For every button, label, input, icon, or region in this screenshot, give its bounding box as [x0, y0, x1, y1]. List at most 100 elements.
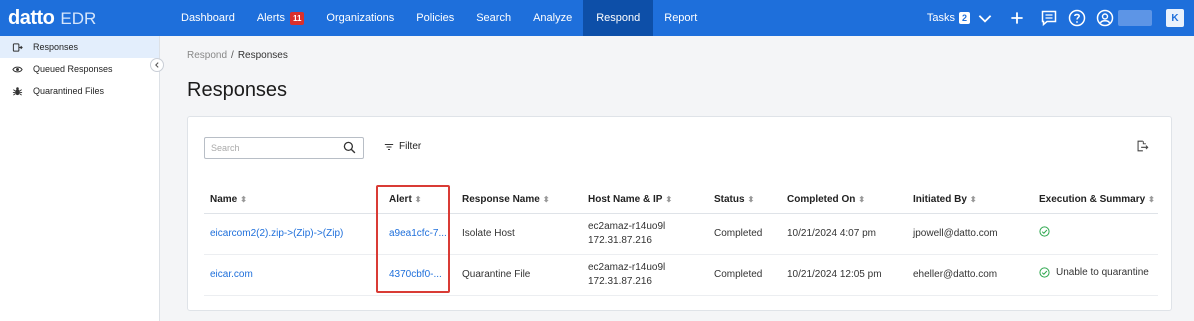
table-row[interactable]: eicarcom2(2).zip->(Zip)->(Zip) a9ea1cfc-…: [204, 213, 1158, 255]
nav-organizations[interactable]: Organizations: [315, 0, 405, 36]
response-name-cell: Quarantine File: [456, 254, 582, 296]
response-name-link[interactable]: eicarcom2(2).zip->(Zip)->(Zip): [204, 213, 383, 255]
sidebar-item-label: Quarantined Files: [33, 86, 105, 96]
check-circle-icon: [1039, 225, 1050, 237]
filter-button[interactable]: Filter: [384, 141, 421, 152]
sort-icon: ⬍: [414, 195, 422, 205]
nav-respond[interactable]: Respond: [583, 0, 654, 36]
sort-icon: ⬍: [858, 195, 866, 205]
help-icon[interactable]: [1068, 9, 1086, 27]
nav-alerts[interactable]: Alerts 11: [246, 0, 316, 36]
status-cell: Completed: [708, 213, 781, 255]
column-header-label: Host Name & IP: [588, 194, 663, 206]
breadcrumb-respond[interactable]: Respond: [187, 50, 227, 61]
column-header-name[interactable]: Name ⬍: [204, 187, 383, 214]
nav-analyze[interactable]: Analyze: [522, 0, 583, 36]
nav-policies[interactable]: Policies: [405, 0, 465, 36]
column-header-alert[interactable]: Alert ⬍: [383, 187, 456, 214]
search-box: [204, 137, 364, 159]
host-cell: ec2amaz-r14uo9l 172.31.87.216: [582, 254, 708, 296]
nav-dashboard[interactable]: Dashboard: [170, 0, 246, 36]
breadcrumb-separator: /: [231, 50, 234, 61]
execution-summary-text: Unable to quarantine: [1056, 266, 1149, 278]
host-ip: 172.31.87.216: [588, 234, 652, 246]
execution-status: [1039, 225, 1056, 237]
sidebar-item-quarantined-files[interactable]: Quarantined Files: [0, 80, 159, 102]
tasks-menu[interactable]: Tasks 2: [927, 9, 994, 27]
initiated-by-cell: jpowell@datto.com: [907, 213, 1033, 255]
check-circle-icon: [1039, 267, 1050, 278]
account-switcher[interactable]: K: [1166, 9, 1184, 27]
chevron-down-icon: [976, 9, 994, 27]
column-header-label: Alert: [389, 194, 412, 206]
column-header-completed-on[interactable]: Completed On ⬍: [781, 187, 907, 214]
filter-icon: [384, 143, 394, 150]
sidebar-item-label: Queued Responses: [33, 64, 113, 74]
export-icon[interactable]: [1135, 139, 1151, 155]
main-menu: Dashboard Alerts 11 Organizations Polici…: [170, 0, 708, 36]
execution-status: Unable to quarantine: [1039, 266, 1149, 280]
column-header-label: Response Name: [462, 194, 540, 206]
status-cell: Completed: [708, 254, 781, 296]
column-header-host[interactable]: Host Name & IP ⬍: [582, 187, 708, 214]
collapse-sidebar-button[interactable]: [150, 58, 164, 72]
sort-icon: ⬍: [969, 195, 977, 205]
sort-icon: ⬍: [1148, 195, 1155, 205]
completed-on-cell: 10/21/2024 4:07 pm: [781, 213, 907, 255]
search-input[interactable]: [211, 143, 336, 153]
sidebar-item-label: Responses: [33, 42, 79, 52]
search-icon[interactable]: [343, 141, 357, 155]
responses-icon: [12, 41, 24, 53]
sort-icon: ⬍: [665, 195, 673, 205]
filter-label: Filter: [399, 141, 422, 152]
column-header-label: Name: [210, 194, 238, 206]
eye-icon: [12, 63, 24, 75]
user-toolbar: Tasks 2 K: [927, 0, 1194, 36]
column-header-label: Completed On: [787, 194, 856, 206]
user-name-redacted[interactable]: [1118, 10, 1152, 26]
bug-icon: [12, 85, 24, 97]
alert-link[interactable]: 4370cbf0-...: [383, 254, 456, 296]
top-nav: datto EDR Dashboard Alerts 11 Organizati…: [0, 0, 1194, 36]
alerts-count-badge: 11: [289, 11, 305, 25]
product-name: EDR: [60, 8, 97, 28]
tasks-label: Tasks: [926, 12, 955, 24]
nav-report[interactable]: Report: [653, 0, 708, 36]
sidebar-item-queued-responses[interactable]: Queued Responses: [0, 58, 159, 80]
host-name: ec2amaz-r14uo9l: [588, 261, 666, 273]
sort-icon: ⬍: [747, 195, 755, 205]
column-header-initiated-by[interactable]: Initiated By ⬍: [907, 187, 1033, 214]
responses-card: Filter Name⬍ Alert⬍ Response Name⬍ Host …: [187, 116, 1172, 311]
alert-link[interactable]: a9ea1cfc-7...: [383, 213, 456, 255]
tasks-count-badge: 2: [958, 12, 970, 24]
execution-summary-cell: Unable to quarantine: [1033, 254, 1158, 296]
column-header-response-name[interactable]: Response Name ⬍: [456, 187, 582, 214]
response-name-cell: Isolate Host: [456, 213, 582, 255]
page-title: Responses: [187, 79, 288, 101]
user-avatar-icon[interactable]: [1096, 9, 1114, 27]
sidebar: Responses Queued Responses Quarantined F…: [0, 36, 164, 321]
datto-edr-logo[interactable]: datto EDR: [0, 7, 170, 30]
column-header-execution-summary[interactable]: Execution & Summary ⬍: [1033, 187, 1158, 214]
column-header-label: Status: [714, 194, 745, 206]
nav-alerts-label: Alerts: [256, 12, 285, 24]
sort-icon: ⬍: [240, 195, 247, 205]
breadcrumb-current: Responses: [237, 50, 288, 61]
initiated-by-cell: eheller@datto.com: [907, 254, 1033, 296]
table-row[interactable]: eicar.com 4370cbf0-... Quarantine File e…: [204, 254, 1158, 296]
breadcrumb: Respond / Responses: [187, 50, 288, 61]
add-icon[interactable]: [1008, 9, 1026, 27]
chevron-left-icon: [155, 62, 159, 68]
column-header-status[interactable]: Status ⬍: [708, 187, 781, 214]
feedback-icon[interactable]: [1040, 9, 1058, 27]
sort-icon: ⬍: [542, 195, 550, 205]
host-name: ec2amaz-r14uo9l: [588, 220, 666, 232]
sidebar-item-responses[interactable]: Responses: [0, 36, 159, 58]
response-name-link[interactable]: eicar.com: [204, 254, 383, 296]
completed-on-cell: 10/21/2024 12:05 pm: [781, 254, 907, 296]
table-header-row: Name ⬍ Alert ⬍ Response Name ⬍ Host Name & …: [204, 187, 1158, 214]
brand-name: datto: [8, 6, 55, 29]
execution-summary-cell: [1033, 213, 1158, 255]
nav-search[interactable]: Search: [465, 0, 522, 36]
responses-table: Name ⬍ Alert ⬍ Response Name ⬍ Host Name & …: [204, 187, 1158, 296]
